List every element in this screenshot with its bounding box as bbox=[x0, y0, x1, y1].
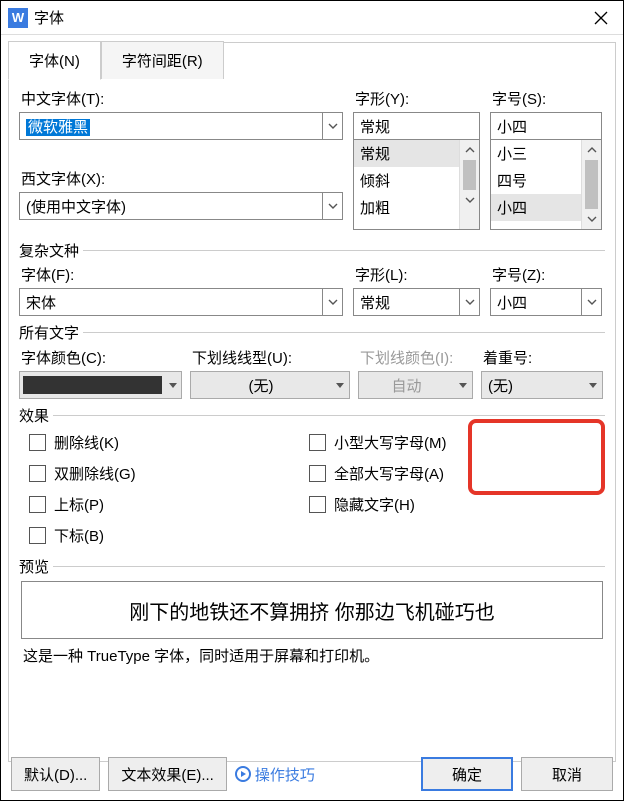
check-hidden[interactable]: 隐藏文字(H) bbox=[309, 494, 447, 515]
checkbox-icon bbox=[309, 496, 326, 513]
complex-font-value: 宋体 bbox=[20, 289, 322, 315]
scroll-down-icon[interactable] bbox=[460, 190, 479, 210]
list-item[interactable]: 四号 bbox=[491, 167, 581, 194]
size-listbox[interactable]: 小三 四号 小四 bbox=[490, 140, 602, 230]
chevron-down-icon[interactable] bbox=[331, 383, 349, 388]
checkbox-icon bbox=[309, 434, 326, 451]
preview-note: 这是一种 TrueType 字体，同时适用于屏幕和打印机。 bbox=[23, 645, 605, 666]
preview-legend: 预览 bbox=[19, 556, 49, 577]
ulcolor-value: 自动 bbox=[359, 375, 454, 396]
chevron-down-icon[interactable] bbox=[322, 113, 342, 139]
font-color-label: 字体颜色(C): bbox=[19, 347, 182, 368]
list-item[interactable]: 小四 bbox=[491, 194, 581, 221]
cn-font-label: 中文字体(T): bbox=[19, 88, 343, 109]
list-item[interactable]: 倾斜 bbox=[354, 167, 459, 194]
tips-link[interactable]: 操作技巧 bbox=[235, 764, 315, 785]
app-icon: W bbox=[8, 8, 28, 28]
style-listbox[interactable]: 常规 倾斜 加粗 bbox=[353, 140, 480, 230]
complex-style-label: 字形(L): bbox=[353, 264, 480, 285]
underline-value: (无) bbox=[191, 375, 331, 396]
en-font-value: (使用中文字体) bbox=[20, 193, 322, 219]
color-swatch bbox=[23, 376, 162, 394]
tab-bar: 字体(N) 字符间距(R) bbox=[8, 41, 605, 79]
textfx-button[interactable]: 文本效果(E)... bbox=[108, 757, 227, 791]
complex-size-combo[interactable]: 小四 bbox=[490, 288, 602, 316]
underline-dropdown[interactable]: (无) bbox=[190, 371, 350, 399]
ulcolor-label: 下划线颜色(I): bbox=[358, 347, 473, 368]
complex-style-combo[interactable]: 常规 bbox=[353, 288, 480, 316]
cn-font-value: 微软雅黑 bbox=[26, 119, 90, 136]
complex-size-value: 小四 bbox=[491, 289, 581, 315]
chevron-down-icon[interactable] bbox=[584, 383, 602, 388]
cancel-button[interactable]: 取消 bbox=[521, 757, 613, 791]
underline-label: 下划线线型(U): bbox=[190, 347, 350, 368]
scroll-up-icon[interactable] bbox=[582, 140, 601, 160]
chevron-down-icon[interactable] bbox=[165, 383, 181, 388]
scroll-thumb[interactable] bbox=[585, 160, 598, 209]
cn-font-combo[interactable]: 微软雅黑 bbox=[19, 112, 343, 140]
scrollbar[interactable] bbox=[581, 140, 601, 229]
all-legend: 所有文字 bbox=[19, 322, 79, 343]
en-font-label: 西文字体(X): bbox=[19, 168, 343, 189]
complex-size-label: 字号(Z): bbox=[490, 264, 602, 285]
size-label: 字号(S): bbox=[490, 88, 602, 109]
chevron-down-icon[interactable] bbox=[322, 289, 342, 315]
window-title: 字体 bbox=[34, 7, 579, 28]
scrollbar[interactable] bbox=[459, 140, 479, 229]
en-font-combo[interactable]: (使用中文字体) bbox=[19, 192, 343, 220]
emphasis-label: 着重号: bbox=[481, 347, 603, 368]
tab-spacing[interactable]: 字符间距(R) bbox=[101, 41, 224, 79]
tab-font[interactable]: 字体(N) bbox=[8, 41, 101, 80]
complex-font-label: 字体(F): bbox=[19, 264, 343, 285]
scroll-thumb[interactable] bbox=[463, 160, 476, 190]
complex-font-combo[interactable]: 宋体 bbox=[19, 288, 343, 316]
checkbox-icon bbox=[29, 496, 46, 513]
checkbox-icon bbox=[29, 434, 46, 451]
preview-box: 刚下的地铁还不算拥挤 你那边飞机碰巧也 bbox=[21, 581, 603, 639]
check-dstrike[interactable]: 双删除线(G) bbox=[29, 463, 309, 484]
scroll-up-icon[interactable] bbox=[460, 140, 479, 160]
chevron-down-icon[interactable] bbox=[459, 289, 479, 315]
size-value: 小四 bbox=[491, 113, 601, 139]
effects-legend: 效果 bbox=[19, 405, 49, 426]
style-value: 常规 bbox=[354, 113, 479, 139]
title-bar: W 字体 bbox=[1, 1, 623, 35]
list-item[interactable]: 加粗 bbox=[354, 194, 459, 221]
scroll-down-icon[interactable] bbox=[582, 209, 601, 229]
size-combo[interactable]: 小四 bbox=[490, 112, 602, 140]
check-sub[interactable]: 下标(B) bbox=[29, 525, 309, 546]
style-combo[interactable]: 常规 bbox=[353, 112, 480, 140]
default-button[interactable]: 默认(D)... bbox=[11, 757, 100, 791]
close-icon bbox=[594, 11, 608, 25]
complex-legend: 复杂文种 bbox=[19, 240, 79, 261]
button-row: 默认(D)... 文本效果(E)... 操作技巧 确定 取消 bbox=[1, 757, 623, 791]
close-button[interactable] bbox=[579, 1, 623, 35]
emphasis-dropdown[interactable]: (无) bbox=[481, 371, 603, 399]
check-super[interactable]: 上标(P) bbox=[29, 494, 309, 515]
play-icon bbox=[235, 766, 251, 782]
preview-text: 刚下的地铁还不算拥挤 你那边飞机碰巧也 bbox=[129, 596, 495, 625]
ok-button[interactable]: 确定 bbox=[421, 757, 513, 791]
ulcolor-dropdown: 自动 bbox=[358, 371, 473, 399]
emphasis-value: (无) bbox=[482, 375, 584, 396]
list-item[interactable]: 常规 bbox=[354, 140, 459, 167]
complex-style-value: 常规 bbox=[354, 289, 459, 315]
checkbox-icon bbox=[29, 527, 46, 544]
chevron-down-icon[interactable] bbox=[581, 289, 601, 315]
check-smallcaps[interactable]: 小型大写字母(M) bbox=[309, 432, 447, 453]
check-strike[interactable]: 删除线(K) bbox=[29, 432, 309, 453]
check-allcaps[interactable]: 全部大写字母(A) bbox=[309, 463, 447, 484]
style-label: 字形(Y): bbox=[353, 88, 480, 109]
chevron-down-icon[interactable] bbox=[322, 193, 342, 219]
checkbox-icon bbox=[309, 465, 326, 482]
checkbox-icon bbox=[29, 465, 46, 482]
font-color-dropdown[interactable] bbox=[19, 371, 182, 399]
chevron-down-icon bbox=[454, 383, 472, 388]
list-item[interactable]: 小三 bbox=[491, 140, 581, 167]
